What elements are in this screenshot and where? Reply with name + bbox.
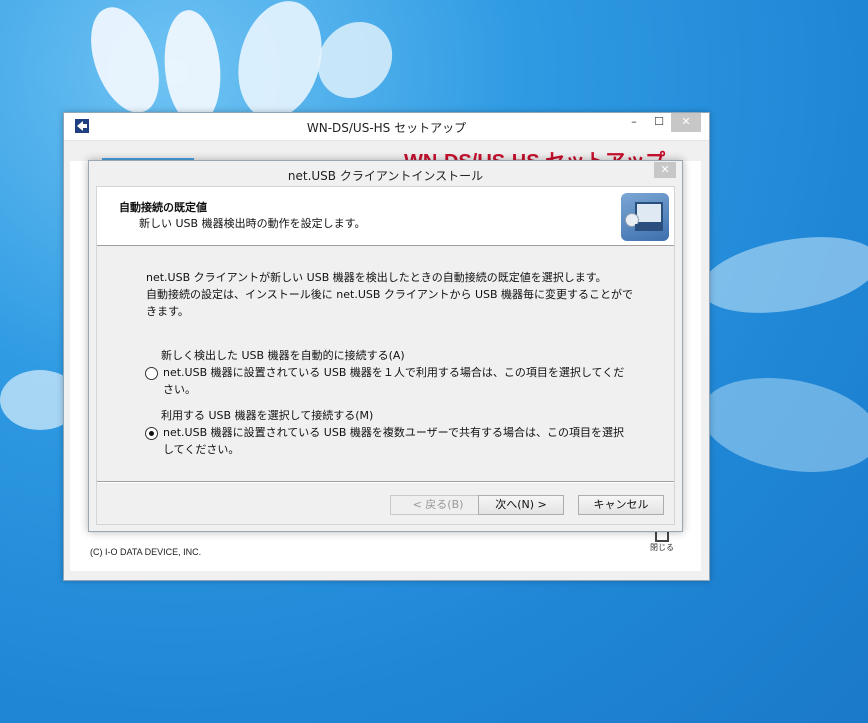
- description-line: 自動接続の設定は、インストール後に net.USB クライアントから USB 機…: [146, 288, 634, 318]
- installer-dialog: net.USB クライアントインストール ✕ 自動接続の既定値 新しい USB …: [88, 160, 683, 532]
- option-select-connect[interactable]: 利用する USB 機器を選択して接続する(M) net.USB 機器に設置されて…: [145, 407, 633, 458]
- maximize-button[interactable]: ☐: [646, 113, 672, 132]
- option-title: 新しく検出した USB 機器を自動的に接続する(A): [161, 349, 405, 362]
- wizard-step-subtitle: 新しい USB 機器検出時の動作を設定します。: [139, 217, 366, 230]
- description-line: net.USB クライアントが新しい USB 機器を検出したときの自動接続の既定…: [146, 271, 607, 284]
- wallpaper-petal: [302, 6, 408, 114]
- wizard-step-title: 自動接続の既定値: [119, 201, 207, 214]
- close-setup-label: 閉じる: [650, 543, 674, 552]
- setup-window-titlebar: WN-DS/US-HS セットアップ – ☐ ✕: [64, 113, 709, 141]
- option-auto-connect[interactable]: 新しく検出した USB 機器を自動的に接続する(A) net.USB 機器に設置…: [145, 347, 633, 398]
- wallpaper-petal: [160, 7, 225, 128]
- wallpaper-petal: [695, 224, 868, 326]
- option-detail: net.USB 機器に設置されている USB 機器を１人で利用する場合は、この項…: [163, 366, 625, 396]
- description-text: net.USB クライアントが新しい USB 機器を検出したときの自動接続の既定…: [146, 269, 636, 320]
- wallpaper-petal: [77, 0, 173, 122]
- close-button[interactable]: ✕: [671, 113, 701, 132]
- dialog-close-button[interactable]: ✕: [654, 162, 676, 178]
- dialog-content: 自動接続の既定値 新しい USB 機器検出時の動作を設定します。 net.USB…: [96, 186, 675, 525]
- setup-window-title: WN-DS/US-HS セットアップ: [306, 121, 467, 135]
- cancel-button[interactable]: キャンセル: [578, 495, 664, 515]
- option-title: 利用する USB 機器を選択して接続する(M): [161, 409, 374, 422]
- next-button[interactable]: 次へ(N) >: [478, 495, 564, 515]
- dialog-titlebar: net.USB クライアントインストール ✕: [89, 161, 682, 186]
- copyright-text: (C) I-O DATA DEVICE, INC.: [90, 547, 202, 557]
- option-detail: net.USB 機器に設置されている USB 機器を複数ユーザーで共有する場合は…: [163, 426, 624, 456]
- minimize-button[interactable]: –: [621, 113, 647, 132]
- radio-select-connect[interactable]: [145, 427, 158, 440]
- back-button[interactable]: < 戻る(B): [390, 495, 486, 515]
- wallpaper-petal: [693, 365, 868, 485]
- divider: [97, 481, 674, 483]
- wizard-header: 自動接続の既定値 新しい USB 機器検出時の動作を設定します。: [97, 187, 674, 246]
- radio-auto-connect[interactable]: [145, 367, 158, 380]
- dialog-title: net.USB クライアントインストール: [287, 169, 484, 183]
- computer-install-icon: [621, 193, 669, 241]
